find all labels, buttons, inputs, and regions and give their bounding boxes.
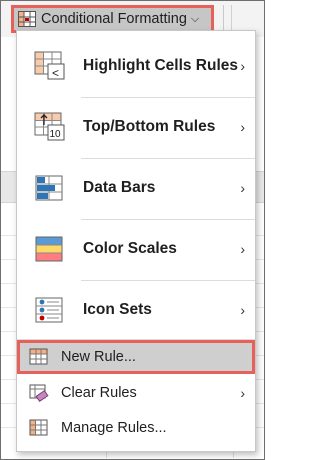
menu-item-color-scales[interactable]: Color Scales › [17, 220, 255, 278]
menu-item-label: Highlight Cells Rules [83, 57, 239, 74]
ribbon-separator [223, 5, 224, 31]
menu-item-new-rule[interactable]: New Rule... [17, 340, 255, 374]
ribbon-side-group [231, 5, 265, 31]
badge-text: < [52, 66, 59, 80]
conditional-formatting-label: Conditional Formatting [41, 11, 187, 27]
top-bottom-rules-icon: 10 [34, 112, 65, 141]
menu-item-label: Color Scales [83, 240, 177, 257]
chevron-right-icon: › [240, 58, 245, 74]
menu-item-icon-sets[interactable]: Icon Sets › [17, 281, 255, 339]
conditional-formatting-menu: < Highlight Cells Rules › 10 Top/Bottom … [16, 30, 256, 452]
manage-rules-icon [29, 419, 48, 436]
menu-item-label: Data Bars [83, 179, 156, 196]
chevron-right-icon: › [240, 180, 245, 196]
new-rule-icon [29, 348, 48, 365]
chevron-right-icon: › [240, 385, 245, 401]
menu-item-highlight-cells-rules[interactable]: < Highlight Cells Rules › [17, 37, 255, 95]
menu-item-label: Clear Rules [61, 385, 137, 401]
conditional-formatting-icon [18, 11, 36, 27]
menu-item-label: Icon Sets [83, 301, 152, 318]
icon-sets-icon [35, 297, 63, 323]
color-scales-icon [35, 236, 63, 262]
menu-item-label: New Rule... [61, 349, 136, 365]
menu-item-manage-rules[interactable]: Manage Rules... [17, 411, 255, 445]
highlight-cells-rules-icon: < [34, 51, 65, 80]
chevron-down-icon: ⌵ [190, 12, 200, 25]
clear-rules-icon [29, 384, 49, 402]
chevron-right-icon: › [240, 241, 245, 257]
chevron-right-icon: › [240, 119, 245, 135]
menu-item-label: Manage Rules... [61, 420, 167, 436]
menu-item-clear-rules[interactable]: Clear Rules › [17, 376, 255, 410]
chevron-right-icon: › [240, 302, 245, 318]
badge-text: 10 [50, 129, 62, 140]
data-bars-icon [35, 175, 63, 201]
menu-item-label: Top/Bottom Rules [83, 118, 216, 135]
menu-item-data-bars[interactable]: Data Bars › [17, 159, 255, 217]
menu-item-top-bottom-rules[interactable]: 10 Top/Bottom Rules › [17, 98, 255, 156]
conditional-formatting-button[interactable]: Conditional Formatting ⌵ [11, 5, 214, 33]
